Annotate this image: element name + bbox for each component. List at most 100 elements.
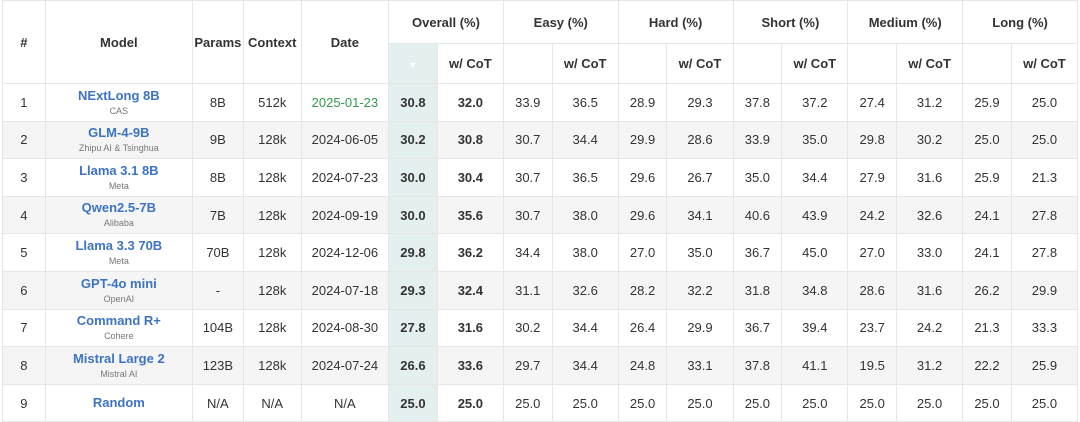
score-cell: 26.4 <box>617 308 668 348</box>
score-cell: 31.2 <box>896 346 964 385</box>
score-cell: 33.6 <box>436 346 504 385</box>
rank-cell: 6 <box>2 270 46 310</box>
score-cell: 28.6 <box>666 120 734 160</box>
score-cell: 34.4 <box>781 158 849 197</box>
model-link[interactable]: NExtLong 8B <box>46 88 191 104</box>
score-cell: 25.0 <box>847 383 898 422</box>
model-organization: Meta <box>108 255 129 266</box>
overall-score-cell: 30.0 <box>388 158 438 197</box>
col-date[interactable]: Date <box>300 0 390 84</box>
score-cell: 33.1 <box>666 346 734 385</box>
sort-down-icon: ▼ <box>408 60 418 70</box>
context-cell: 128k <box>242 158 302 197</box>
score-cell: 31.2 <box>896 83 964 122</box>
model-link[interactable]: Mistral Large 2 <box>46 351 191 367</box>
model-link[interactable]: GPT-4o mini <box>46 276 191 292</box>
score-cell: 26.7 <box>666 158 734 197</box>
score-cell: 36.5 <box>551 83 619 122</box>
col-group-easy: Easy (%) <box>502 0 619 44</box>
col-medium-cot[interactable]: w/ CoT <box>896 43 964 84</box>
model-cell: GPT-4o mini OpenAI <box>44 270 193 310</box>
model-organization: OpenAI <box>103 293 135 304</box>
rank-cell: 9 <box>2 383 46 422</box>
table-row: 9 Random N/A N/A N/A 25.0 25.0 25.0 25.0 25.0 25.0… <box>2 383 1079 422</box>
score-cell: 38.0 <box>551 233 619 272</box>
score-cell: 27.8 <box>1010 233 1079 272</box>
score-cell: 40.6 <box>732 195 783 235</box>
col-easy-cot[interactable]: w/ CoT <box>551 43 619 84</box>
col-params[interactable]: Params <box>191 0 244 84</box>
params-cell: 123B <box>191 346 244 385</box>
col-rank[interactable]: # <box>2 0 46 84</box>
score-cell: 25.0 <box>1010 83 1079 122</box>
params-cell: 104B <box>191 308 244 348</box>
rank-cell: 7 <box>2 308 46 348</box>
score-cell: 30.4 <box>436 158 504 197</box>
model-link[interactable]: Command R+ <box>46 313 191 329</box>
model-link[interactable]: Random <box>46 395 191 411</box>
score-cell: 29.3 <box>666 83 734 122</box>
params-cell: N/A <box>191 383 244 422</box>
table-row: 1 NExtLong 8B CAS 8B 512k 2025-01-23 30.8 32.0 3… <box>2 83 1079 122</box>
model-cell: NExtLong 8B CAS <box>44 83 193 122</box>
col-short-cot[interactable]: w/ CoT <box>781 43 849 84</box>
score-cell: 25.0 <box>666 383 734 422</box>
score-cell: 24.1 <box>962 195 1012 235</box>
score-cell: 22.2 <box>962 346 1012 385</box>
rank-cell: 5 <box>2 233 46 272</box>
params-cell: - <box>191 270 244 310</box>
col-long[interactable] <box>962 43 1012 84</box>
col-group-medium: Medium (%) <box>847 0 964 44</box>
score-cell: 27.4 <box>847 83 898 122</box>
table-row: 6 GPT-4o mini OpenAI -128k 2024-07-18 29.3 32.… <box>2 270 1079 310</box>
score-cell: 30.7 <box>502 120 553 160</box>
score-cell: 25.0 <box>436 383 504 422</box>
rank-cell: 8 <box>2 346 46 385</box>
model-link[interactable]: Qwen2.5-7B <box>46 200 191 216</box>
model-organization: CAS <box>109 105 129 116</box>
model-link[interactable]: Llama 3.1 8B <box>46 163 191 179</box>
col-hard[interactable] <box>617 43 668 84</box>
model-cell: Mistral Large 2 Mistral AI <box>44 346 193 385</box>
model-cell: Random <box>44 383 193 422</box>
col-medium[interactable] <box>847 43 898 84</box>
col-context[interactable]: Context <box>242 0 302 84</box>
score-cell: 25.9 <box>962 83 1012 122</box>
context-cell: 128k <box>242 120 302 160</box>
score-cell: 34.4 <box>551 346 619 385</box>
score-cell: 24.2 <box>896 308 964 348</box>
overall-score-cell: 30.8 <box>388 83 438 122</box>
col-hard-cot[interactable]: w/ CoT <box>666 43 734 84</box>
model-link[interactable]: Llama 3.3 70B <box>46 238 191 254</box>
score-cell: 32.2 <box>666 270 734 310</box>
score-cell: 24.2 <box>847 195 898 235</box>
overall-score-cell: 25.0 <box>388 383 438 422</box>
date-cell: 2024-06-05 <box>300 120 390 160</box>
table-row: 2 GLM-4-9B Zhipu AI & Tsinghua 9B 128k 2024-0… <box>2 120 1079 160</box>
rank-cell: 4 <box>2 195 46 235</box>
date-cell: N/A <box>300 383 390 422</box>
col-short[interactable] <box>732 43 783 84</box>
context-cell: N/A <box>242 383 302 422</box>
model-cell: Llama 3.1 8B Meta <box>44 158 193 197</box>
score-cell: 28.6 <box>847 270 898 310</box>
score-cell: 37.8 <box>732 346 783 385</box>
context-cell: 128k <box>242 308 302 348</box>
score-cell: 31.6 <box>436 308 504 348</box>
score-cell: 19.5 <box>847 346 898 385</box>
table-header: # Model Params Context Date Overall (%) … <box>2 0 1079 84</box>
params-cell: 8B <box>191 158 244 197</box>
model-link[interactable]: GLM-4-9B <box>46 125 191 141</box>
col-overall-cot[interactable]: w/ CoT <box>436 43 504 84</box>
score-cell: 29.9 <box>666 308 734 348</box>
params-cell: 70B <box>191 233 244 272</box>
col-long-cot[interactable]: w/ CoT <box>1010 43 1079 84</box>
score-cell: 24.8 <box>617 346 668 385</box>
col-model[interactable]: Model <box>44 0 193 84</box>
score-cell: 32.6 <box>551 270 619 310</box>
col-easy[interactable] <box>502 43 553 84</box>
col-overall-sorted[interactable]: ▼ <box>388 43 438 84</box>
score-cell: 33.3 <box>1010 308 1079 348</box>
score-cell: 25.9 <box>1010 346 1079 385</box>
score-cell: 23.7 <box>847 308 898 348</box>
